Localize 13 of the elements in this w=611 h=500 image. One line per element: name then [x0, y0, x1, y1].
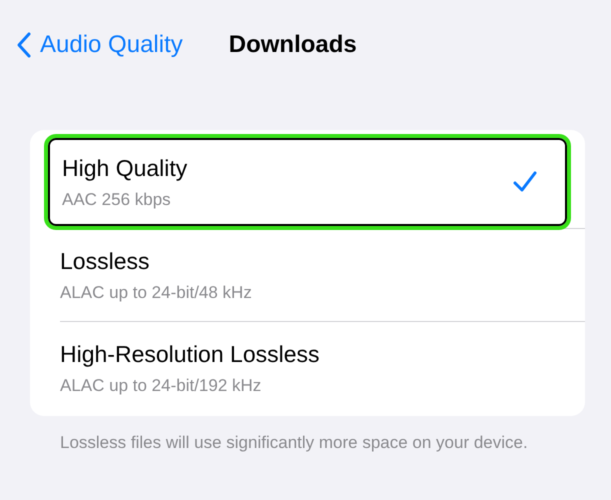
back-button[interactable]: Audio Quality	[16, 27, 183, 63]
page-title: Downloads	[228, 30, 357, 60]
footer-note: Lossless files will use significantly more space on your device.	[60, 432, 529, 454]
option-title: Lossless	[60, 247, 150, 276]
option-title: High Quality	[62, 154, 188, 183]
quality-option[interactable]: Lossless ALAC up to 24-bit/48 kHz	[48, 231, 567, 319]
option-title: High-Resolution Lossless	[60, 340, 320, 369]
option-subtitle: ALAC up to 24-bit/48 kHz	[60, 282, 252, 303]
option-subtitle: AAC 256 kbps	[62, 188, 172, 210]
back-chevron-icon	[16, 31, 32, 59]
checkmark-icon	[513, 171, 537, 193]
quality-option[interactable]: High-Resolution Lossless ALAC up to 24-bit/192 kHz	[48, 324, 567, 412]
option-subtitle: ALAC up to 24-bit/192 kHz	[60, 374, 262, 396]
